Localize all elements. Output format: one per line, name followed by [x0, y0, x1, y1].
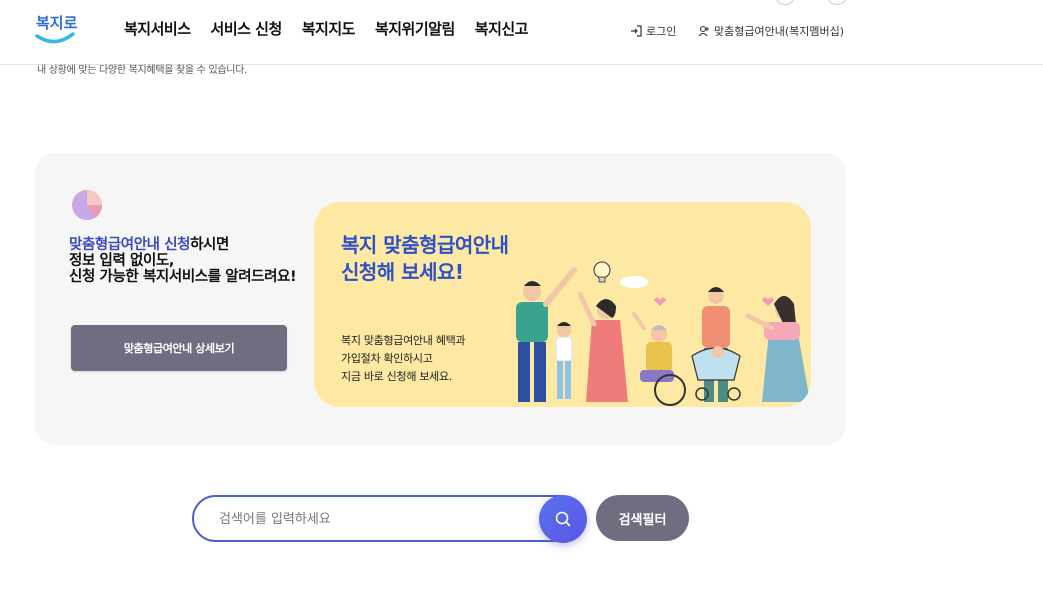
intro-text: 내 상황에 맞는 다양한 복지혜택을 찾을 수 있습니다.	[37, 65, 247, 76]
login-icon	[631, 25, 642, 37]
membership-link[interactable]: 맞춤형급여안내(복지멤버십)	[698, 23, 844, 39]
search-input[interactable]	[219, 509, 529, 529]
pie-chart-icon	[72, 190, 103, 220]
user-plus-icon	[698, 25, 709, 37]
search-icon	[555, 511, 571, 527]
search-button[interactable]	[539, 495, 587, 543]
card-line1-rest: 하시면	[190, 237, 229, 253]
banner-title-line2: 신청해 보세요!	[341, 260, 464, 284]
card-description: 맞춤형급여안내 신청하시면 정보 입력 없이도, 신청 가능한 복지서비스를 알…	[69, 237, 309, 285]
logo-text: 복지로	[36, 14, 78, 32]
nav-crisis-alert[interactable]: 복지위기알림	[375, 18, 455, 39]
main-nav: 복지서비스 서비스 신청 복지지도 복지위기알림 복지신고	[124, 18, 528, 39]
login-link[interactable]: 로그인	[630, 23, 676, 39]
banner-title-line1: 복지 맞춤형급여안내	[341, 233, 509, 257]
membership-label: 맞춤형급여안내(복지멤버십)	[714, 25, 845, 38]
banner-desc-line3: 지금 바로 신청해 보세요.	[341, 370, 452, 383]
light-bulb-icon	[593, 261, 611, 283]
banner-desc-line2: 가입절차 확인하시고	[341, 352, 433, 365]
top-circle-icon[interactable]	[776, 0, 794, 5]
family-illustration	[516, 261, 810, 406]
top-circle-icon[interactable]	[828, 0, 846, 5]
search-filter-button[interactable]: 검색필터	[596, 495, 689, 541]
banner-desc-line1: 복지 맞춤형급여안내 혜택과	[341, 334, 466, 347]
card-line3: 신청 가능한 복지서비스를 알려드려요!	[69, 269, 297, 285]
search-box	[192, 495, 584, 542]
site-header: · · · · · · · · · · · · · · 복지로 복지서비스 서비…	[0, 0, 1043, 65]
login-label: 로그인	[646, 25, 677, 38]
card-line2: 정보 입력 없이도,	[69, 253, 174, 269]
banner-title: 복지 맞춤형급여안내 신청해 보세요!	[341, 232, 509, 286]
nav-service-apply[interactable]: 서비스 신청	[211, 18, 283, 39]
bokjiro-logo[interactable]: 복지로	[33, 8, 79, 48]
card-highlight: 맞춤형급여안내 신청	[69, 237, 191, 253]
apply-banner[interactable]: 복지 맞춤형급여안내 신청해 보세요! 복지 맞춤형급여안내 혜택과 가입절차 …	[314, 202, 811, 407]
nav-welfare-map[interactable]: 복지지도	[302, 18, 356, 39]
nav-welfare-report[interactable]: 복지신고	[475, 18, 529, 39]
nav-welfare-service[interactable]: 복지서비스	[124, 18, 191, 39]
banner-description: 복지 맞춤형급여안내 혜택과 가입절차 확인하시고 지금 바로 신청해 보세요.	[341, 332, 466, 386]
benefit-detail-button[interactable]: 맞춤형급여안내 상세보기	[71, 325, 287, 371]
top-utility-cut: · · · · · · · · · · · · · ·	[520, 0, 606, 5]
